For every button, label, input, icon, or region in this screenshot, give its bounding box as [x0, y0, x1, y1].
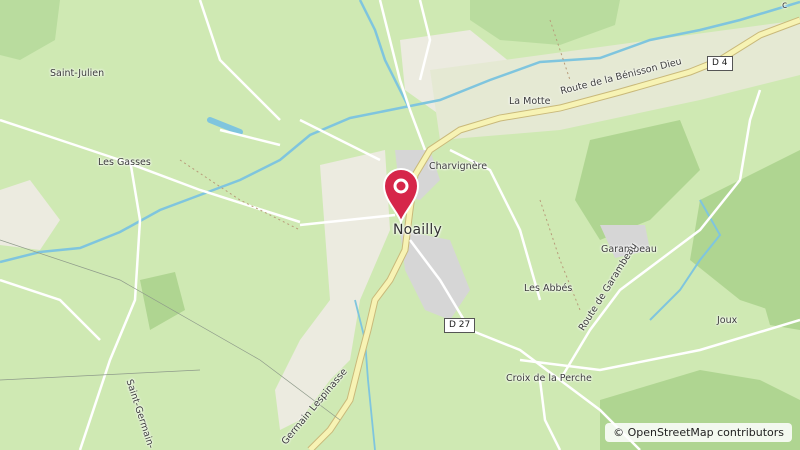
place-label-charvignere[interactable]: Charvignère: [429, 161, 487, 172]
place-label-saint-julien[interactable]: Saint-Julien: [50, 68, 104, 79]
road-shield-d27: D 27: [444, 318, 476, 333]
place-label-top-right-fragment[interactable]: c: [782, 0, 787, 11]
place-label-la-motte[interactable]: La Motte: [509, 96, 550, 107]
attribution-link[interactable]: © OpenStreetMap contributors: [605, 423, 792, 442]
place-label-les-abbes[interactable]: Les Abbés: [524, 283, 572, 294]
location-pin-marker[interactable]: [382, 168, 420, 226]
place-label-joux[interactable]: Joux: [717, 315, 737, 326]
place-label-croix-de-la-perche[interactable]: Croix de la Perche: [506, 373, 592, 384]
map-canvas[interactable]: Saint-Julien Les Gasses La Motte Charvig…: [0, 0, 800, 450]
place-label-les-gasses[interactable]: Les Gasses: [98, 157, 151, 168]
place-label-noailly[interactable]: Noailly: [393, 222, 442, 238]
road-shield-d4: D 4: [707, 56, 733, 71]
map-pin-icon: [382, 168, 420, 226]
